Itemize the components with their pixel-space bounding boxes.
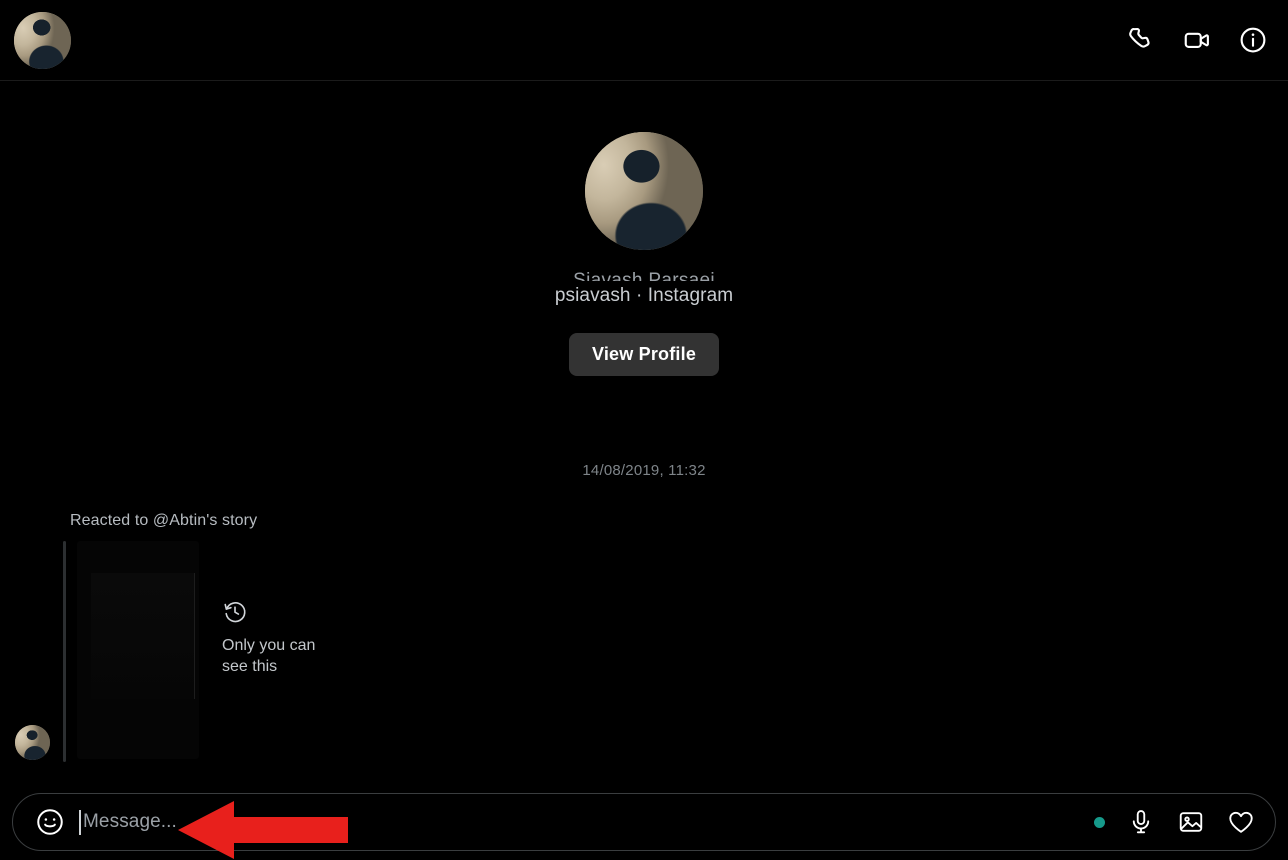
composer-actions	[1094, 808, 1255, 836]
message-input-placeholder: Message...	[83, 811, 177, 832]
profile-avatar[interactable]	[585, 132, 703, 250]
story-thumbnail[interactable]	[77, 541, 199, 759]
story-reaction-message: Only you can see this 😂	[0, 541, 1288, 763]
ephemeral-notice: Only you can see this	[222, 599, 332, 677]
message-thread: Siavash Parsaei psiavash · Instagram Vie…	[0, 81, 1288, 788]
phone-icon[interactable]	[1126, 25, 1156, 55]
microphone-icon[interactable]	[1127, 808, 1155, 836]
heart-icon[interactable]	[1227, 808, 1255, 836]
chat-window: Siavash Parsaei psiavash · Instagram Vie…	[0, 0, 1288, 860]
header-avatar[interactable]	[14, 11, 71, 69]
history-clock-icon	[222, 599, 332, 625]
view-profile-button[interactable]: View Profile	[568, 333, 720, 376]
profile-handle: psiavash · Instagram	[554, 285, 734, 306]
conversation-profile-block: Siavash Parsaei psiavash · Instagram Vie…	[0, 81, 1288, 376]
status-indicator-dot	[1094, 816, 1105, 828]
info-circle-icon[interactable]	[1238, 25, 1268, 55]
message-sender-avatar[interactable]	[15, 725, 50, 760]
story-quote-bar	[63, 541, 66, 762]
ephemeral-notice-text: Only you can see this	[222, 637, 316, 675]
conversation-header	[0, 0, 1288, 81]
smiley-face-icon[interactable]	[35, 807, 65, 837]
message-composer[interactable]: Message...	[12, 793, 1276, 851]
image-icon[interactable]	[1177, 808, 1205, 836]
message-input[interactable]: Message...	[79, 805, 1094, 839]
video-camera-icon[interactable]	[1182, 25, 1212, 55]
story-reply-label: Reacted to @Abtin's story	[70, 512, 258, 529]
header-actions	[1126, 25, 1268, 55]
text-cursor	[79, 809, 81, 835]
profile-full-name: Siavash Parsaei	[573, 270, 715, 281]
thread-timestamp: 14/08/2019, 11:32	[582, 462, 706, 479]
